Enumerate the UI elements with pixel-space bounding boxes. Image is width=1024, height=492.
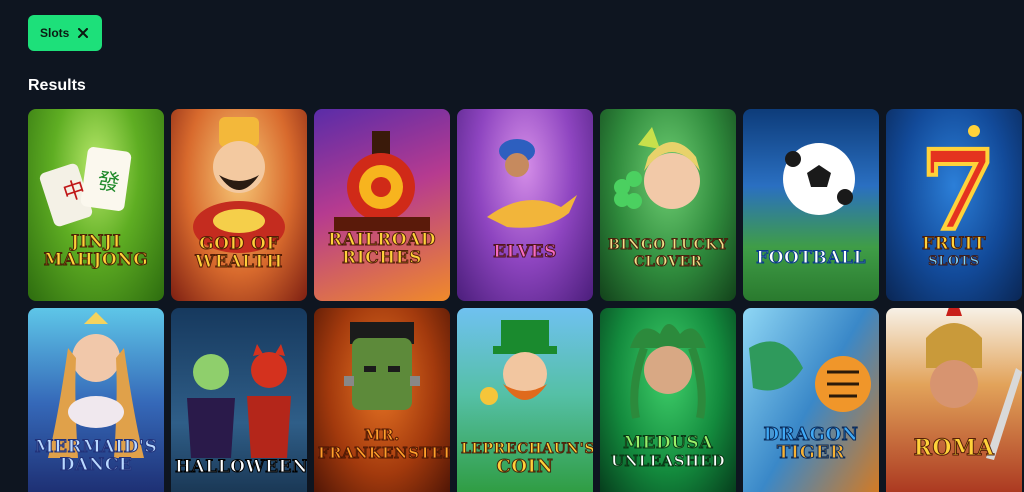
game-title: God of Wealth [195,234,283,272]
fairy-clover-art [614,127,700,209]
game-title: Mermaid's Dance [34,437,158,475]
game-title: Halloween [175,457,308,477]
game-title: Leprechaun's Coin [461,441,594,477]
game-tile-dragon-tiger[interactable]: Dragon Tiger [743,308,879,492]
game-title: Elves [493,242,557,262]
frankenstein-art [344,322,420,410]
games-row: Mermaid's Dance Halloween [28,308,1024,492]
game-title: Roma [913,435,995,461]
game-tile-railroad-riches[interactable]: Railroad Riches [314,109,450,301]
games-grid: 中 發 JinJi Mahjong God of Wealth [28,109,1024,492]
soccer-ball-art [783,143,855,215]
game-title: Fruit Slots [921,234,987,270]
game-title: Medusa Unleashed [610,433,726,471]
gladiator-art [926,308,1022,460]
game-tile-fruit-slots[interactable]: 7 Fruit Slots [886,109,1022,301]
game-title: Mr.Frankenstein [318,426,451,463]
mahjong-tiles-art: 中 發 [39,147,132,227]
game-tile-medusa-unleashed[interactable]: Medusa Unleashed [600,308,736,492]
game-tile-mermaids-dance[interactable]: Mermaid's Dance [28,308,164,492]
dragon-tiger-art [749,341,871,412]
games-row: 中 發 JinJi Mahjong God of Wealth [28,109,1024,301]
game-title: JinJi Mahjong [43,232,149,270]
game-tile-leprechauns-coin[interactable]: Leprechaun's Coin [457,308,593,492]
game-title: Dragon Tiger [763,424,859,463]
games-results-page: Slots Results 中 發 JinJi Mahjong [0,0,1024,492]
god-of-wealth-art [193,117,285,253]
game-title: Football [756,248,866,268]
game-tile-mr-frankenstein[interactable]: Mr.Frankenstein [314,308,450,492]
filter-chip-slots[interactable]: Slots [28,15,102,51]
game-tile-bingo-lucky-clover[interactable]: Bingo Lucky Clover [600,109,736,301]
game-title: Bingo Lucky Clover [608,237,728,271]
game-tile-god-of-wealth[interactable]: God of Wealth [171,109,307,301]
close-icon[interactable] [76,26,90,40]
train-art [334,131,430,231]
game-tile-halloween[interactable]: Halloween [171,308,307,492]
game-tile-football[interactable]: Football [743,109,879,301]
game-tile-elves[interactable]: Elves [457,109,593,301]
game-title: Railroad Riches [327,230,437,268]
svg-text:發: 發 [96,169,121,197]
game-tile-jinji-mahjong[interactable]: 中 發 JinJi Mahjong [28,109,164,301]
results-heading: Results [28,77,86,94]
game-tile-roma[interactable]: Roma [886,308,1022,492]
filter-chip-label: Slots [40,26,70,40]
lucky-seven-art: 7 [918,124,999,257]
magic-lamp-art [487,139,577,228]
